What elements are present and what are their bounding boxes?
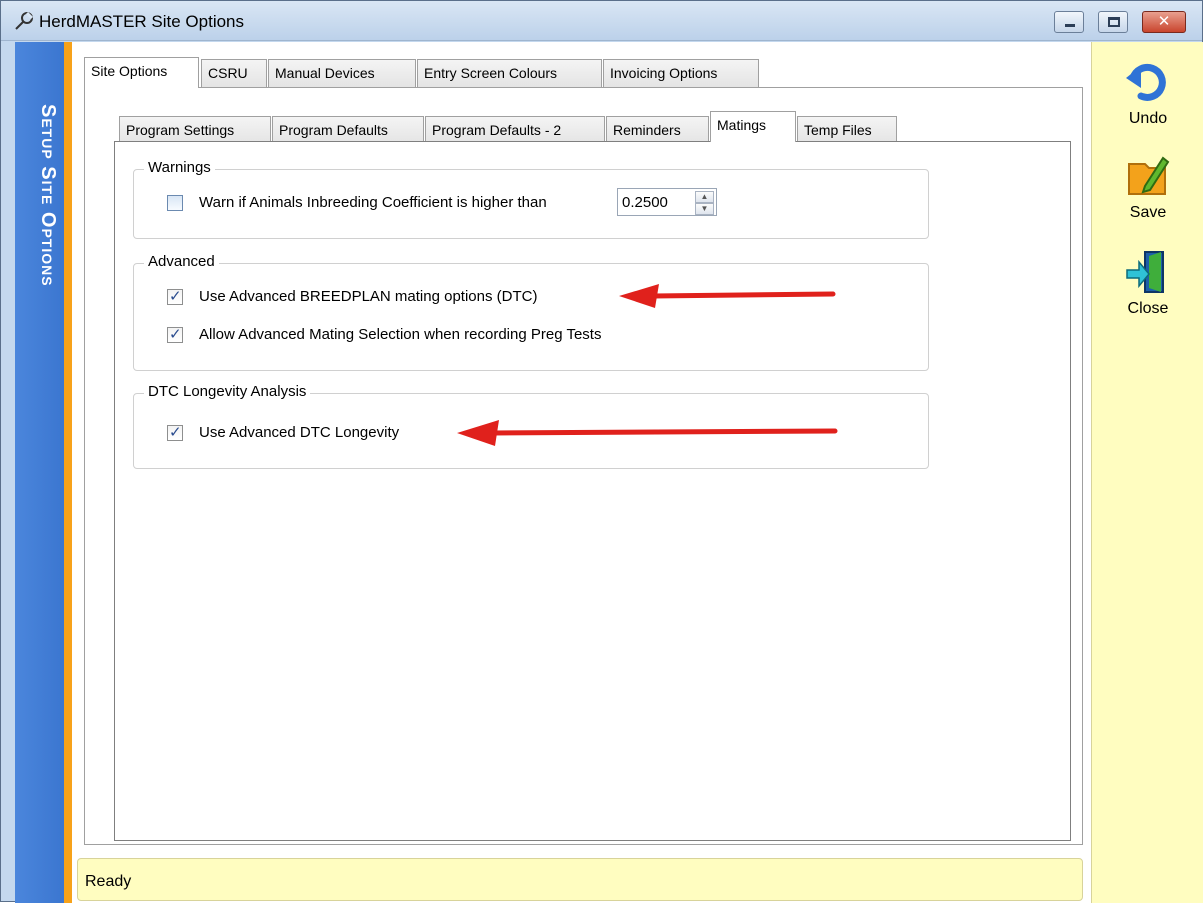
tab-label: CSRU: [208, 65, 248, 81]
annotation-arrow-breedplan: [619, 284, 836, 308]
tab-manual-devices[interactable]: Manual Devices: [268, 59, 416, 87]
preg-test-label: Allow Advanced Mating Selection when rec…: [199, 326, 602, 343]
tab-program-settings[interactable]: Program Settings: [119, 116, 271, 144]
maximize-icon: [1108, 17, 1120, 27]
toolbar-panel: Undo Save Close: [1091, 42, 1203, 903]
group-title: Warnings: [144, 159, 215, 176]
inbreeding-value-input[interactable]: [620, 191, 690, 213]
save-button[interactable]: Save: [1092, 152, 1203, 242]
tab-invoicing-options[interactable]: Invoicing Options: [603, 59, 759, 87]
spin-down-button[interactable]: ▼: [695, 203, 714, 215]
matings-page: [114, 141, 1071, 841]
undo-label: Undo: [1128, 110, 1168, 127]
tab-label: Program Settings: [126, 122, 235, 138]
tab-label: Temp Files: [804, 122, 872, 138]
tab-csru[interactable]: CSRU: [201, 59, 267, 87]
group-title: DTC Longevity Analysis: [144, 383, 311, 400]
checkmark-icon: ✓: [169, 326, 182, 343]
tab-label: Invoicing Options: [610, 65, 718, 81]
close-label: Close: [1127, 300, 1169, 317]
breedplan-checkbox[interactable]: ✓: [167, 288, 183, 305]
exit-door-icon: [1126, 251, 1164, 293]
save-icon: [1128, 156, 1170, 195]
tab-matings[interactable]: Matings: [710, 111, 796, 142]
save-label: Save: [1129, 204, 1167, 221]
tab-label: Program Defaults: [279, 122, 388, 138]
tab-label: Entry Screen Colours: [424, 65, 558, 81]
tab-site-options[interactable]: Site Options: [84, 57, 199, 88]
inbreeding-checkbox[interactable]: [167, 195, 183, 211]
tab-temp-files[interactable]: Temp Files: [797, 116, 897, 144]
tab-label: Site Options: [91, 63, 168, 79]
close-icon: ✕: [1157, 13, 1171, 30]
site-options-window: HerdMASTER Site Options ✕ Setup Site Opt…: [0, 0, 1203, 903]
tab-label: Reminders: [613, 122, 681, 138]
tab-label: Manual Devices: [275, 65, 375, 81]
checkmark-icon: ✓: [169, 288, 182, 305]
close-window-button[interactable]: ✕: [1142, 11, 1186, 33]
group-title: Advanced: [144, 253, 219, 270]
close-button[interactable]: Close: [1092, 248, 1203, 338]
status-text: Ready: [85, 873, 132, 890]
sidebar-banner: Setup Site Options: [15, 42, 64, 903]
wrench-icon: [15, 11, 34, 30]
advanced-group: Advanced: [133, 253, 929, 371]
inbreeding-spinner[interactable]: ▲ ▼: [617, 188, 717, 216]
undo-icon: [1126, 63, 1166, 101]
accent-strip: [64, 42, 72, 903]
sidebar-title: Setup Site Options: [37, 104, 59, 287]
minimize-button[interactable]: [1054, 11, 1084, 33]
undo-button[interactable]: Undo: [1092, 58, 1203, 148]
status-bar: Ready: [77, 858, 1083, 901]
title-bar[interactable]: HerdMASTER Site Options ✕: [1, 1, 1202, 41]
annotation-arrow-longevity: [457, 420, 838, 446]
preg-test-checkbox[interactable]: ✓: [167, 326, 183, 343]
longevity-label: Use Advanced DTC Longevity: [199, 424, 400, 441]
spin-up-button[interactable]: ▲: [695, 191, 714, 203]
tab-reminders[interactable]: Reminders: [606, 116, 709, 144]
tab-program-defaults-2[interactable]: Program Defaults - 2: [425, 116, 605, 144]
longevity-checkbox[interactable]: ✓: [167, 424, 183, 441]
breedplan-label: Use Advanced BREEDPLAN mating options (D…: [199, 288, 538, 305]
minimize-icon: [1065, 24, 1075, 27]
window-title: HerdMASTER Site Options: [39, 12, 245, 31]
inbreeding-label: Warn if Animals Inbreeding Coefficient i…: [199, 194, 547, 211]
tab-entry-screen-colours[interactable]: Entry Screen Colours: [417, 59, 602, 87]
checkmark-icon: ✓: [169, 424, 182, 441]
tab-label: Matings: [717, 117, 767, 133]
tab-label: Program Defaults - 2: [432, 122, 562, 138]
maximize-button[interactable]: [1098, 11, 1128, 33]
tab-program-defaults[interactable]: Program Defaults: [272, 116, 424, 144]
